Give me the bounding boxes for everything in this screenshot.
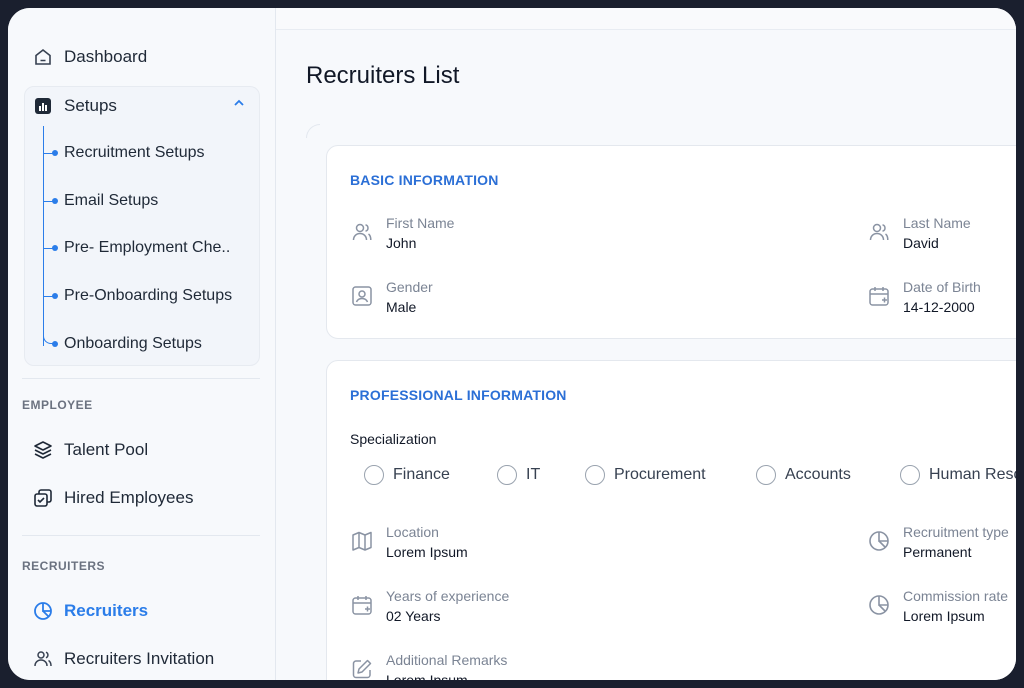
location-label: Location bbox=[386, 524, 439, 540]
radio-circle bbox=[497, 465, 517, 485]
radio-circle bbox=[756, 465, 776, 485]
remarks-field: Additional Remarks Lorem Ipsum bbox=[350, 651, 507, 680]
tree-dot bbox=[52, 293, 58, 299]
gender-label: Gender bbox=[386, 279, 433, 295]
remarks-value: Lorem Ipsum bbox=[386, 672, 468, 680]
id-badge-icon bbox=[350, 284, 374, 308]
nav-hired-employees-label: Hired Employees bbox=[64, 488, 194, 507]
check-copy-icon bbox=[32, 487, 54, 509]
sidebar: Dashboard Setups Recruitment Setups Emai… bbox=[8, 8, 276, 680]
layers-icon bbox=[32, 439, 54, 461]
section-label-employee: EMPLOYEE bbox=[22, 398, 93, 412]
dob-value: 14-12-2000 bbox=[903, 299, 975, 315]
setup-item-recruitment[interactable]: Recruitment Setups bbox=[64, 141, 205, 165]
container-corner bbox=[306, 124, 320, 138]
tree-dot bbox=[52, 198, 58, 204]
radio-it[interactable]: IT bbox=[497, 465, 540, 485]
divider bbox=[22, 378, 260, 379]
nav-hired-employees[interactable]: Hired Employees bbox=[32, 484, 193, 512]
nav-talent-pool[interactable]: Talent Pool bbox=[32, 436, 148, 464]
nav-recruiters-invitation-label: Recruiters Invitation bbox=[64, 649, 215, 668]
user-group-icon bbox=[867, 220, 891, 244]
map-icon bbox=[350, 529, 374, 553]
first-name-value: John bbox=[386, 235, 417, 251]
remarks-label: Additional Remarks bbox=[386, 652, 508, 668]
nav-setups[interactable]: Setups bbox=[32, 92, 117, 120]
nav-dashboard-label: Dashboard bbox=[64, 47, 148, 66]
commission-label: Commission rate bbox=[903, 588, 1009, 604]
pie-chart-icon bbox=[32, 600, 54, 622]
radio-human-resources[interactable]: Human Resources bbox=[900, 465, 1016, 485]
commission-value: Lorem Ipsum bbox=[903, 608, 985, 624]
radio-finance-label: Finance bbox=[393, 466, 450, 483]
main-content: Recruiters List BASIC INFORMATION First … bbox=[276, 8, 1016, 680]
commission-field: Commission rate Lorem Ipsum bbox=[867, 587, 1008, 627]
app-window: Dashboard Setups Recruitment Setups Emai… bbox=[8, 8, 1016, 680]
setup-item-pre-onboarding[interactable]: Pre-Onboarding Setups bbox=[64, 284, 232, 308]
first-name-label: First Name bbox=[386, 215, 455, 231]
pie-chart-icon bbox=[867, 593, 891, 617]
edit-icon bbox=[350, 657, 374, 680]
recruitment-type-label: Recruitment type bbox=[903, 524, 1009, 540]
location-value: Lorem Ipsum bbox=[386, 544, 468, 560]
last-name-value: David bbox=[903, 235, 939, 251]
experience-field: Years of experience 02 Years bbox=[350, 587, 509, 627]
tree-dot bbox=[52, 150, 58, 156]
recruitment-type-value: Permanent bbox=[903, 544, 972, 560]
radio-accounts[interactable]: Accounts bbox=[756, 465, 851, 485]
radio-accounts-label: Accounts bbox=[785, 466, 851, 483]
tree-line bbox=[43, 126, 44, 346]
experience-value: 02 Years bbox=[386, 608, 441, 624]
professional-info-title: PROFESSIONAL INFORMATION bbox=[350, 387, 567, 403]
recruitment-type-field: Recruitment type Permanent bbox=[867, 523, 1009, 563]
top-bar bbox=[276, 8, 1016, 30]
calendar-plus-icon bbox=[867, 284, 891, 308]
gender-value: Male bbox=[386, 299, 417, 315]
tree-dot bbox=[52, 341, 58, 347]
basic-info-title: BASIC INFORMATION bbox=[350, 172, 499, 188]
basic-info-card: BASIC INFORMATION First Name John Last N… bbox=[326, 145, 1016, 339]
gender-field: Gender Male bbox=[350, 278, 433, 318]
radio-circle bbox=[585, 465, 605, 485]
setup-item-pre-employment[interactable]: Pre- Employment Che.. bbox=[64, 236, 230, 260]
bar-chart-icon bbox=[32, 95, 54, 117]
nav-talent-pool-label: Talent Pool bbox=[64, 440, 149, 459]
dob-label: Date of Birth bbox=[903, 279, 981, 295]
radio-circle bbox=[364, 465, 384, 485]
radio-procurement[interactable]: Procurement bbox=[585, 465, 706, 485]
users-icon bbox=[32, 648, 54, 670]
experience-label: Years of experience bbox=[386, 588, 510, 604]
radio-circle bbox=[900, 465, 920, 485]
radio-it-label: IT bbox=[526, 466, 541, 483]
radio-finance[interactable]: Finance bbox=[364, 465, 450, 485]
tree-dot bbox=[52, 245, 58, 251]
setup-item-email[interactable]: Email Setups bbox=[64, 189, 158, 213]
setups-group bbox=[24, 86, 260, 366]
specialization-label: Specialization bbox=[350, 431, 437, 447]
calendar-plus-icon bbox=[350, 593, 374, 617]
nav-recruiters[interactable]: Recruiters bbox=[32, 597, 148, 625]
radio-human-resources-label: Human Resources bbox=[929, 466, 1016, 483]
location-field: Location Lorem Ipsum bbox=[350, 523, 468, 563]
last-name-label: Last Name bbox=[903, 215, 971, 231]
dob-field: Date of Birth 14-12-2000 bbox=[867, 278, 981, 318]
page-title: Recruiters List bbox=[306, 62, 460, 89]
nav-setups-label: Setups bbox=[64, 96, 117, 115]
nav-dashboard[interactable]: Dashboard bbox=[32, 43, 147, 71]
user-group-icon bbox=[350, 220, 374, 244]
section-label-recruiters: RECRUITERS bbox=[22, 559, 106, 573]
nav-recruiters-invitation[interactable]: Recruiters Invitation bbox=[32, 645, 214, 673]
first-name-field: First Name John bbox=[350, 214, 454, 254]
pie-chart-icon bbox=[867, 529, 891, 553]
professional-info-card: PROFESSIONAL INFORMATION Specialization … bbox=[326, 360, 1016, 680]
radio-procurement-label: Procurement bbox=[614, 466, 706, 483]
last-name-field: Last Name David bbox=[867, 214, 971, 254]
setup-item-onboarding[interactable]: Onboarding Setups bbox=[64, 332, 202, 356]
nav-recruiters-label: Recruiters bbox=[64, 601, 149, 620]
divider bbox=[22, 535, 260, 536]
chevron-up-icon[interactable] bbox=[232, 96, 246, 115]
home-icon bbox=[32, 46, 54, 68]
